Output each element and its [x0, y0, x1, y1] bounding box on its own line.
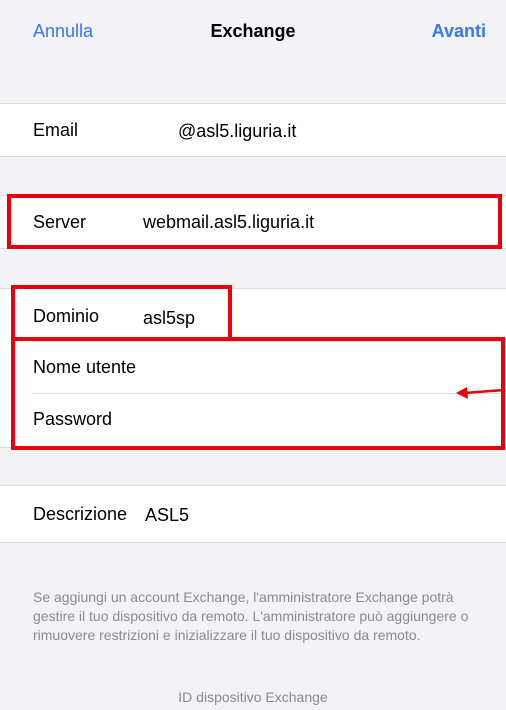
description-row[interactable]: Descrizione ASL5 — [0, 486, 506, 542]
email-row[interactable]: Email @asl5.liguria.it — [0, 104, 506, 156]
description-field[interactable]: ASL5 — [145, 505, 189, 526]
email-field[interactable]: @asl5.liguria.it — [178, 121, 296, 142]
exchange-info-text: Se aggiungi un account Exchange, l'ammin… — [33, 589, 469, 643]
device-id-label[interactable]: ID dispositivo Exchange — [0, 688, 506, 707]
credentials-highlight-box — [11, 337, 505, 450]
email-label: Email — [33, 120, 79, 140]
arrow-left-icon — [456, 387, 505, 399]
domain-highlight-box — [11, 285, 232, 341]
server-highlight-box — [7, 194, 502, 249]
description-label: Descrizione — [33, 504, 128, 524]
page-title: Exchange — [210, 21, 296, 41]
next-button[interactable]: Avanti — [432, 21, 486, 42]
